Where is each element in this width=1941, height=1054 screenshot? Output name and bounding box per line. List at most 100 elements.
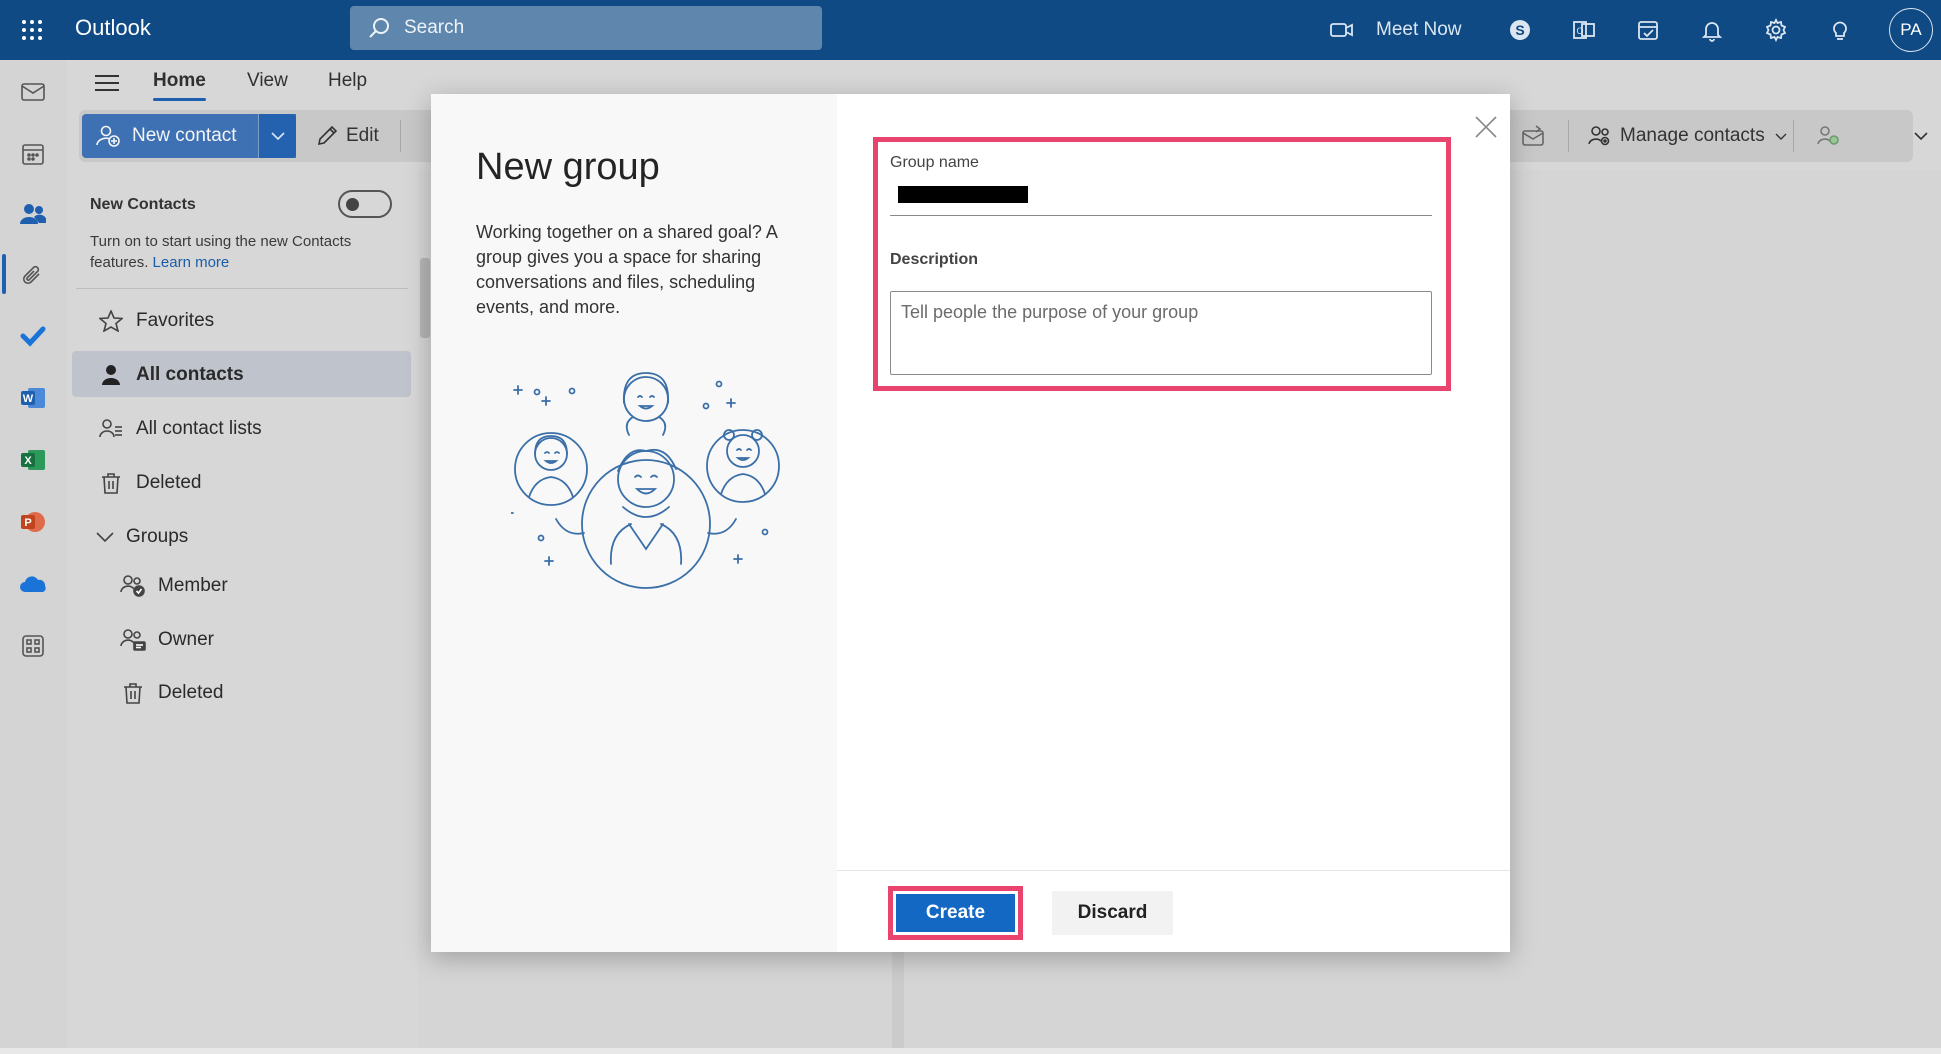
scrollbar[interactable]: [420, 258, 430, 338]
tab-help[interactable]: Help: [328, 70, 367, 92]
app-title[interactable]: Outlook: [75, 15, 151, 41]
close-icon[interactable]: [1471, 112, 1501, 142]
todo-icon[interactable]: [13, 316, 53, 356]
new-contact-dropdown[interactable]: [258, 114, 296, 158]
sidebar-item-label: Groups: [126, 526, 189, 547]
manage-contacts-label: Manage contacts: [1620, 125, 1765, 146]
new-contacts-toggle[interactable]: [338, 190, 392, 218]
manage-contacts-button[interactable]: Manage contacts: [1588, 118, 1787, 154]
trash-icon: [98, 472, 124, 494]
chevron-down-icon: [1775, 133, 1787, 140]
share-contact-icon[interactable]: [1515, 118, 1551, 154]
word-icon[interactable]: W: [13, 378, 53, 418]
add-person-icon: [96, 125, 120, 147]
sidebar-item-all-contact-lists[interactable]: All contact lists: [98, 405, 262, 453]
chevron-down-icon: [270, 132, 285, 140]
learn-more-link[interactable]: Learn more: [153, 254, 230, 271]
manage-people-icon: [1588, 125, 1612, 147]
new-contact-label: New contact: [132, 125, 237, 146]
sidebar-item-label: All contacts: [136, 364, 244, 385]
video-camera-icon: [1330, 22, 1354, 38]
dialog-title: New group: [476, 146, 660, 188]
trash-icon: [120, 682, 146, 704]
avatar[interactable]: PA: [1889, 8, 1933, 52]
edit-label: Edit: [346, 125, 379, 146]
skype-icon[interactable]: S: [1502, 12, 1538, 48]
group-illustration: [511, 369, 781, 599]
dialog-info-panel: New group Working together on a shared g…: [431, 94, 837, 952]
sidebar-item-owner[interactable]: Owner: [120, 616, 214, 664]
sidebar-item-label: Member: [158, 575, 228, 596]
gear-icon[interactable]: [1758, 12, 1794, 48]
meet-now-button[interactable]: Meet Now: [1330, 12, 1462, 48]
new-contacts-title: New Contacts: [90, 196, 196, 213]
my-day-icon[interactable]: [1630, 12, 1666, 48]
sidebar-item-label: Favorites: [136, 310, 215, 331]
description-textarea[interactable]: Tell people the purpose of your group: [890, 291, 1432, 375]
tab-home-underline: [153, 98, 206, 101]
tab-home[interactable]: Home: [153, 70, 206, 92]
office-app-icon[interactable]: O: [1566, 12, 1602, 48]
sidebar-item-label: Deleted: [158, 682, 224, 703]
excel-icon[interactable]: X: [13, 440, 53, 480]
ribbon-expand-icon[interactable]: [1908, 118, 1934, 154]
group-member-icon: [120, 575, 146, 597]
contact-list-icon: [98, 418, 124, 440]
svg-text:W: W: [23, 393, 34, 405]
rail-active-indicator: [2, 254, 6, 294]
app-launcher-icon[interactable]: [16, 14, 48, 46]
search-icon: [368, 17, 390, 39]
new-contacts-description: Turn on to start using the new Contacts …: [90, 231, 390, 273]
svg-text:S: S: [1515, 22, 1524, 38]
description-label: Description: [890, 251, 979, 268]
sidebar-item-label: Deleted: [136, 472, 202, 493]
sidebar-item-label: Owner: [158, 629, 214, 650]
star-icon: [98, 310, 124, 332]
new-group-dialog: New group Working together on a shared g…: [431, 94, 1510, 952]
description-placeholder: Tell people the purpose of your group: [901, 302, 1199, 322]
sidebar-item-favorites[interactable]: Favorites: [98, 297, 214, 345]
discard-button[interactable]: Discard: [1052, 891, 1173, 935]
group-owner-icon: [120, 629, 146, 651]
edit-button[interactable]: Edit: [316, 118, 379, 154]
sidebar-item-member[interactable]: Member: [120, 562, 228, 610]
svg-text:X: X: [24, 455, 32, 467]
ribbon-divider: [400, 120, 401, 152]
search-box[interactable]: Search: [350, 6, 822, 50]
mail-icon[interactable]: [13, 72, 53, 112]
calendar-icon[interactable]: [13, 134, 53, 174]
ribbon-divider: [1793, 120, 1794, 152]
create-button[interactable]: Create: [896, 894, 1015, 932]
group-name-label: Group name: [890, 154, 979, 171]
meet-now-label: Meet Now: [1376, 19, 1462, 40]
pencil-icon: [316, 125, 338, 147]
dialog-description: Working together on a shared goal? A gro…: [476, 222, 777, 317]
paperclip-icon[interactable]: [13, 256, 53, 296]
sidebar-item-groups[interactable]: Groups: [94, 513, 188, 561]
person-icon: [98, 364, 124, 386]
sidebar-divider: [76, 288, 408, 289]
svg-text:O: O: [1576, 26, 1583, 36]
bell-icon[interactable]: [1694, 12, 1730, 48]
top-bar: Outlook Search Meet Now S O PA: [0, 0, 1941, 60]
tab-view[interactable]: View: [247, 70, 288, 92]
powerpoint-icon[interactable]: P: [13, 502, 53, 542]
lightbulb-icon[interactable]: [1822, 12, 1858, 48]
more-apps-icon[interactable]: [13, 626, 53, 666]
ribbon-divider: [1568, 120, 1569, 152]
sidebar-item-deleted[interactable]: Deleted: [98, 459, 202, 507]
sidebar-item-label: All contact lists: [136, 418, 262, 439]
sidebar-item-groups-deleted[interactable]: Deleted: [120, 669, 224, 717]
app-rail: W X P: [0, 60, 66, 1054]
people-settings-icon[interactable]: [1811, 118, 1847, 154]
chevron-down-icon: [94, 532, 116, 542]
search-placeholder: Search: [404, 17, 465, 38]
people-icon[interactable]: [13, 194, 53, 234]
bottom-strip: [0, 1048, 1941, 1054]
onedrive-icon[interactable]: [13, 564, 53, 604]
redacted-group-name: [898, 186, 1028, 203]
sidebar-item-all-contacts[interactable]: All contacts: [98, 351, 244, 399]
dialog-footer-divider: [837, 870, 1510, 871]
hamburger-menu-icon[interactable]: [92, 68, 122, 98]
svg-text:P: P: [24, 517, 31, 529]
